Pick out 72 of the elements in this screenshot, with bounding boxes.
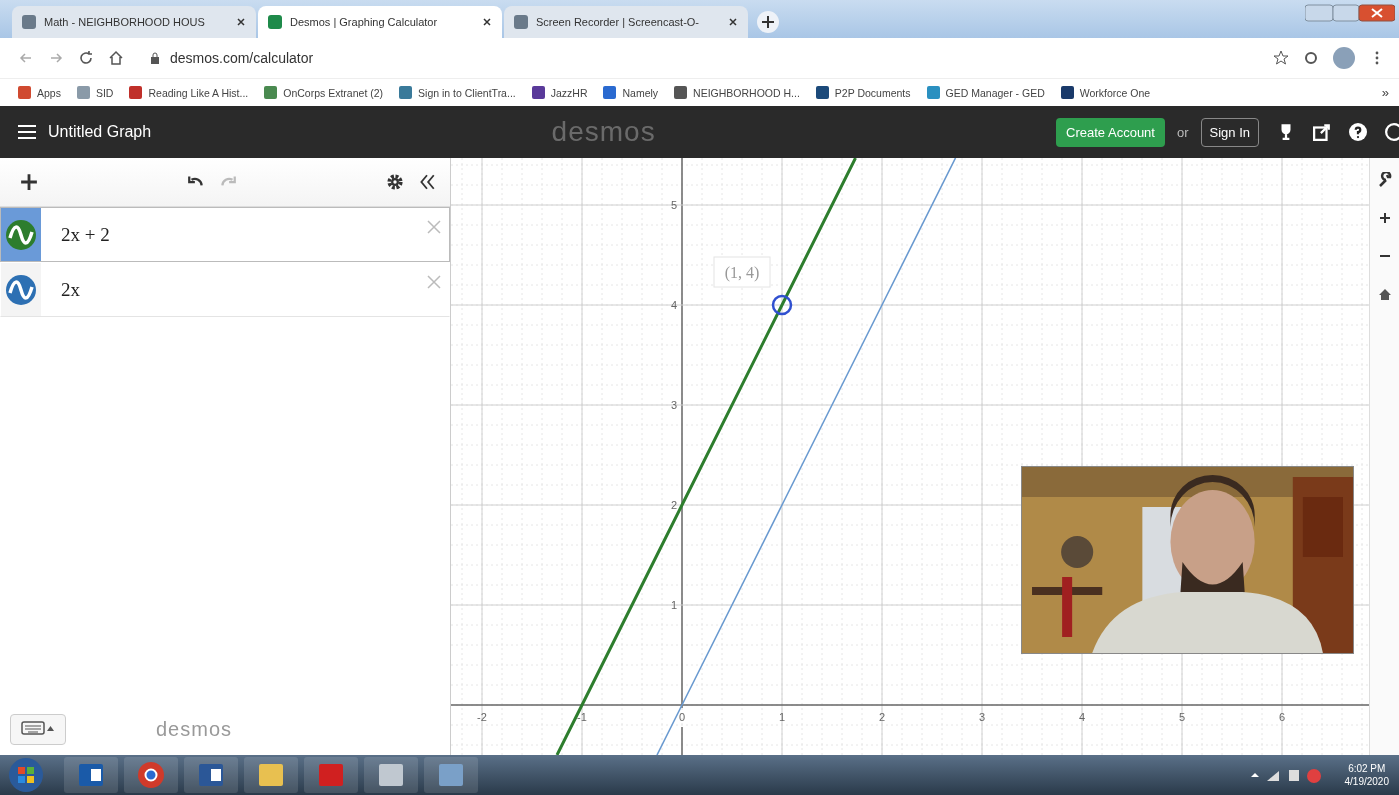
desmos-logo: desmos	[156, 717, 233, 741]
keyboard-button[interactable]	[10, 713, 66, 745]
browser-tab[interactable]: Desmos | Graphing Calculator	[258, 5, 502, 38]
bookmark[interactable]: Sign in to ClientTra...	[399, 86, 516, 100]
x-tick-label: 4	[1078, 711, 1086, 724]
bookmark[interactable]: P2P Documents	[815, 86, 911, 100]
x-tick-label: 0	[678, 711, 686, 724]
add-icon[interactable]	[20, 173, 38, 192]
page-icon	[514, 14, 528, 29]
y-tick-label: 1	[670, 599, 677, 612]
address-field[interactable]: desmos.com/calculator	[150, 49, 1259, 66]
x-tick-label: 3	[978, 711, 986, 724]
chrome-app-icon[interactable]	[136, 760, 166, 791]
home-icon[interactable]	[108, 49, 124, 66]
x-tick-label: -2	[477, 711, 487, 724]
more-bookmarks[interactable]: »	[1381, 85, 1389, 101]
new-tab-icon[interactable]	[756, 9, 780, 34]
bookmark[interactable]: Reading Like A Hist...	[129, 86, 249, 100]
page-icon	[268, 14, 282, 29]
collapse-icon[interactable]	[418, 173, 436, 192]
expression-text: 2x	[61, 278, 81, 301]
x-tick-label: -1	[577, 711, 587, 724]
x-tick-label: 5	[1178, 711, 1186, 724]
share-icon[interactable]	[1313, 123, 1331, 142]
function-line[interactable]	[656, 158, 957, 756]
page-icon	[22, 14, 36, 29]
close-icon[interactable]	[482, 16, 492, 27]
bookmark[interactable]: Apps	[18, 86, 61, 100]
bookmark[interactable]: Namely	[603, 86, 659, 100]
x-tick-label: 1	[778, 711, 786, 724]
browser-tab[interactable]: Screen Recorder | Screencast-O-	[504, 5, 748, 38]
bookmark[interactable]: GED Manager - GED	[926, 86, 1045, 100]
help-icon[interactable]	[1349, 123, 1367, 142]
close-icon[interactable]	[236, 16, 246, 27]
close-icon[interactable]	[728, 16, 738, 27]
function-line[interactable]	[555, 158, 857, 756]
y-tick-label: 4	[670, 299, 677, 312]
point-marker[interactable]	[771, 294, 793, 316]
profile-avatar[interactable]	[1333, 46, 1355, 69]
window-controls-icon[interactable]	[1305, 3, 1395, 23]
wave-icon[interactable]	[5, 218, 37, 251]
star-icon[interactable]	[1273, 49, 1289, 66]
settings-icon[interactable]	[386, 173, 404, 192]
or-label: or	[1176, 124, 1189, 140]
keyboard-icon	[21, 719, 55, 736]
y-tick-label: 3	[670, 399, 677, 412]
reload-icon[interactable]	[78, 49, 94, 66]
expression-row[interactable]: 2x + 2	[0, 207, 450, 263]
bookmark[interactable]: SID	[76, 86, 114, 100]
x-tick-label: 6	[1278, 711, 1286, 724]
x-tick-label: 2	[878, 711, 886, 724]
clock-date: 4/19/2020	[1344, 775, 1389, 789]
wave-icon[interactable]	[5, 273, 37, 306]
bookmark[interactable]: OnCorps Extranet (2)	[264, 86, 384, 100]
bookmark[interactable]: JazzHR	[531, 86, 588, 100]
graph-plot[interactable]: -2 -1 0 1 2 3 4 5 6 1 2 3 4 5 (1, 4)	[451, 158, 1369, 756]
start-button[interactable]	[8, 757, 44, 794]
browser-tab[interactable]: Math - NEIGHBORHOOD HOUS	[12, 5, 256, 38]
bookmark[interactable]: NEIGHBORHOOD H...	[674, 86, 800, 100]
lock-icon	[150, 51, 160, 64]
clock-time: 6:02 PM	[1348, 762, 1386, 776]
expression-row[interactable]: 2x	[0, 262, 450, 318]
y-tick-label: 2	[670, 499, 677, 512]
bookmark[interactable]: Workforce One	[1060, 86, 1151, 100]
point-label: (1, 4)	[724, 264, 760, 282]
expression-text: 2x + 2	[61, 223, 111, 246]
desmos-logo: desmos	[551, 116, 656, 149]
menu-icon[interactable]	[18, 125, 36, 140]
extension-icon[interactable]	[1303, 49, 1319, 66]
y-tick-label: 5	[670, 199, 677, 212]
graph-title[interactable]: Untitled Graph	[48, 123, 152, 142]
sign-in-button[interactable]: Sign In	[1200, 117, 1259, 147]
